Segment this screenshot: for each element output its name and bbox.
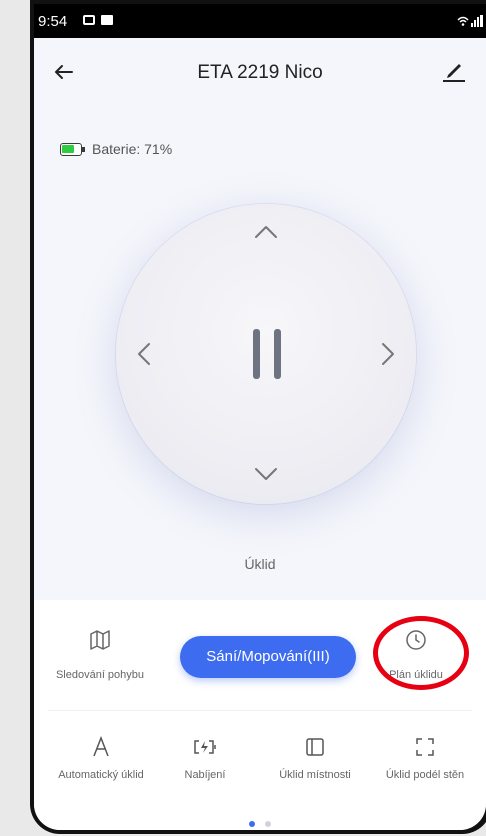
- mode-auto-clean[interactable]: Automatický úklid: [46, 735, 156, 781]
- tracking-label: Sledování pohybu: [55, 669, 145, 681]
- panel-divider: [48, 710, 472, 711]
- edge-corners-icon: [416, 738, 434, 756]
- mode-label: Automatický úklid: [58, 769, 144, 781]
- current-mode-label: Úklid: [244, 556, 276, 572]
- clock-icon: [406, 630, 426, 650]
- wifi-signal-icon: [457, 15, 483, 27]
- app-header: ETA 2219 Nico: [34, 38, 486, 110]
- battery-label: Baterie: 71%: [92, 141, 173, 157]
- tracking-button[interactable]: Sledování pohybu: [44, 628, 156, 681]
- gallery-notification-icon: [83, 15, 95, 25]
- map-icon: [90, 630, 110, 650]
- mode-label: Nabíjení: [184, 769, 226, 781]
- edit-pencil-icon[interactable]: [440, 56, 468, 84]
- folder-notification-icon: [101, 15, 113, 25]
- status-time: 9:54: [38, 13, 68, 30]
- mode-edge-clean[interactable]: Úklid podél stěn: [370, 736, 480, 781]
- mode-label: Úklid místnosti: [279, 769, 351, 781]
- page-indicator: [34, 814, 486, 830]
- battery-tip: [82, 147, 85, 152]
- room-icon: [306, 738, 324, 756]
- battery-fill: [62, 145, 74, 153]
- chevron-up-icon[interactable]: [250, 222, 282, 242]
- pause-bar-left: [253, 329, 260, 379]
- mode-room-clean[interactable]: Úklid místnosti: [260, 736, 370, 781]
- mode-charging[interactable]: Nabíjení: [150, 736, 260, 781]
- suction-mop-button[interactable]: Sání/Mopování(III): [180, 636, 356, 678]
- app-screen: 9:54 ETA 2219 Nico Baterie: 71% Úklid Sl…: [34, 4, 486, 830]
- mode-label: Úklid podél stěn: [385, 769, 465, 781]
- page-dot-active[interactable]: [248, 821, 255, 827]
- page-title: ETA 2219 Nico: [197, 62, 323, 83]
- schedule-label: Plán úklidu: [389, 669, 443, 681]
- status-bar: 9:54: [34, 4, 486, 38]
- direction-pad: [116, 204, 416, 504]
- chevron-right-icon[interactable]: [378, 338, 398, 370]
- chevron-left-icon[interactable]: [134, 338, 154, 370]
- letter-a-icon: [93, 735, 109, 757]
- pause-bar-right: [274, 329, 281, 379]
- charging-icon: [194, 740, 216, 754]
- control-panel: Sledování pohybu Sání/Mopování(III) Plán…: [34, 600, 486, 830]
- schedule-button[interactable]: Plán úklidu: [368, 628, 464, 681]
- battery-icon: [60, 143, 82, 156]
- pause-button[interactable]: [245, 329, 289, 379]
- chevron-down-icon[interactable]: [250, 464, 282, 484]
- page-dot[interactable]: [265, 821, 272, 827]
